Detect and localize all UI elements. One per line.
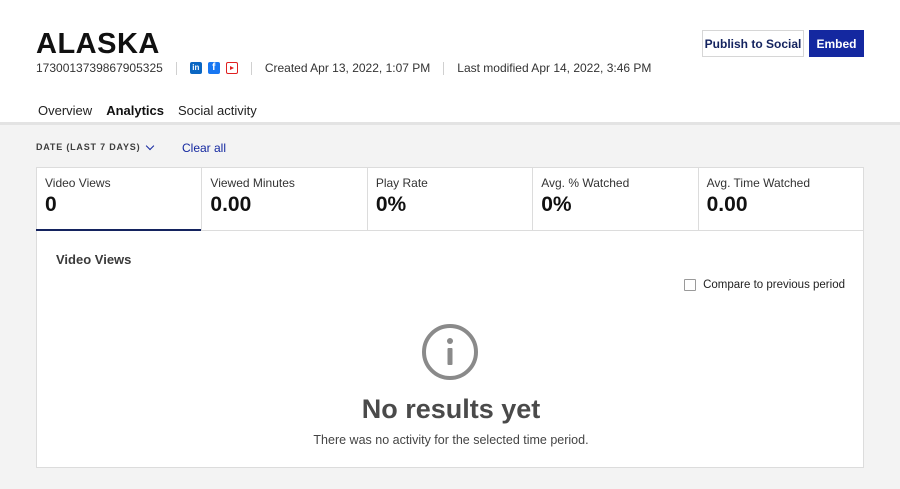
empty-state-title: No results yet — [361, 394, 541, 424]
date-filter-dropdown[interactable]: DATE (LAST 7 DAYS) — [36, 141, 155, 152]
metric-label: Avg. % Watched — [541, 176, 630, 190]
compare-label: Compare to previous period — [703, 279, 845, 291]
meta-row: 1730013739867905325 in f Created Apr 13,… — [36, 60, 651, 76]
publish-to-social-button[interactable]: Publish to Social — [702, 30, 804, 57]
clear-all-link[interactable]: Clear all — [182, 141, 226, 155]
panel-title: Video Views — [56, 252, 132, 267]
metric-value: 0% — [541, 193, 572, 216]
metric-viewed-minutes[interactable]: Viewed Minutes 0.00 — [201, 168, 366, 230]
tab-underline-track — [0, 122, 900, 125]
video-id: 1730013739867905325 — [36, 61, 163, 75]
header-area: ALASKA 1730013739867905325 in f Created … — [0, 0, 900, 125]
metric-label: Video Views — [45, 176, 111, 190]
divider — [175, 61, 177, 75]
date-filter-label: DATE (LAST 7 DAYS) — [36, 142, 141, 152]
metric-play-rate[interactable]: Play Rate 0% — [366, 168, 532, 230]
created-date: Created Apr 13, 2022, 1:07 PM — [264, 61, 431, 75]
metric-video-views[interactable]: Video Views 0 — [35, 168, 202, 231]
metric-label: Play Rate — [375, 176, 428, 190]
linkedin-icon[interactable]: in — [189, 62, 202, 74]
modified-date: Last modified Apr 14, 2022, 3:46 PM — [457, 61, 652, 75]
metric-value: 0% — [375, 193, 407, 216]
divider — [443, 61, 445, 75]
chevron-down-icon — [146, 141, 155, 150]
metric-label: Avg. Time Watched — [706, 176, 811, 190]
chart-panel: Video Views Compare to previous period N… — [36, 231, 864, 468]
metric-value: 0.00 — [210, 193, 252, 216]
empty-state-message: There was no activity for the selected t… — [313, 433, 589, 447]
divider — [250, 61, 252, 75]
page-title: ALASKA — [36, 28, 160, 60]
youtube-icon[interactable] — [225, 62, 238, 74]
metrics-bar: Video Views 0 Viewed Minutes 0.00 Play R… — [35, 167, 864, 231]
metric-value: 0 — [45, 193, 57, 216]
embed-button[interactable]: Embed — [809, 30, 864, 57]
metric-label: Viewed Minutes — [210, 176, 295, 190]
metric-avg-percent-watched[interactable]: Avg. % Watched 0% — [532, 168, 697, 230]
info-icon — [422, 324, 478, 380]
social-icons: in f — [189, 62, 238, 74]
checkbox-box[interactable] — [684, 279, 697, 291]
compare-previous-period-checkbox[interactable]: Compare to previous period — [684, 279, 845, 291]
metric-value: 0.00 — [706, 193, 748, 216]
metric-avg-time-watched[interactable]: Avg. Time Watched 0.00 — [697, 168, 863, 230]
facebook-icon[interactable]: f — [207, 62, 220, 74]
